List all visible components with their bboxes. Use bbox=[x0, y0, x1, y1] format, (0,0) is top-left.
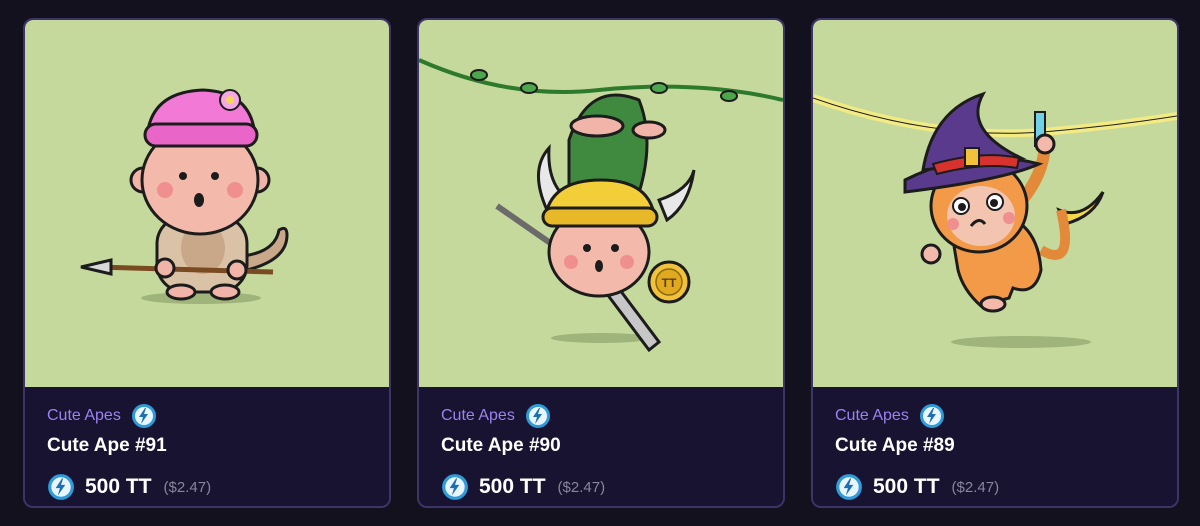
lightning-badge-icon bbox=[525, 404, 550, 428]
collection-name[interactable]: Cute Apes bbox=[835, 407, 909, 425]
nft-card[interactable]: Cute Apes Cute Ape #89 500 TT ($2.47) bbox=[811, 18, 1179, 508]
price-row: 500 TT ($2.47) bbox=[441, 473, 605, 501]
nft-title[interactable]: Cute Ape #90 bbox=[441, 435, 561, 457]
collection-name[interactable]: Cute Apes bbox=[47, 407, 121, 425]
price-value: 500 TT bbox=[85, 475, 152, 498]
nft-title[interactable]: Cute Ape #91 bbox=[47, 435, 167, 457]
tt-token-icon bbox=[442, 474, 468, 500]
collection-name[interactable]: Cute Apes bbox=[441, 407, 515, 425]
price-row: 500 TT ($2.47) bbox=[835, 473, 999, 501]
nft-grid: Cute Apes Cute Ape #91 500 TT ($2.47) TT… bbox=[0, 0, 1200, 526]
price-value: 500 TT bbox=[479, 475, 546, 498]
price-row: 500 TT ($2.47) bbox=[47, 473, 211, 501]
price-value: 500 TT bbox=[873, 475, 940, 498]
lightning-badge-icon bbox=[131, 404, 156, 428]
nft-title[interactable]: Cute Ape #89 bbox=[835, 435, 955, 457]
nft-image[interactable]: TT bbox=[419, 20, 783, 387]
nft-image[interactable] bbox=[813, 20, 1177, 387]
tt-token-icon bbox=[836, 474, 862, 500]
lightning-badge-icon bbox=[919, 404, 944, 428]
tt-token-icon bbox=[48, 474, 74, 500]
price-usd: ($2.47) bbox=[163, 478, 212, 496]
nft-card[interactable]: Cute Apes Cute Ape #91 500 TT ($2.47) bbox=[23, 18, 391, 508]
price-usd: ($2.47) bbox=[557, 478, 606, 496]
price-usd: ($2.47) bbox=[951, 478, 1000, 496]
svg-text:TT: TT bbox=[662, 276, 677, 290]
nft-image[interactable] bbox=[25, 20, 389, 387]
nft-card[interactable]: TT Cute Apes Cute Ape #90 500 TT ($2.47) bbox=[417, 18, 785, 508]
